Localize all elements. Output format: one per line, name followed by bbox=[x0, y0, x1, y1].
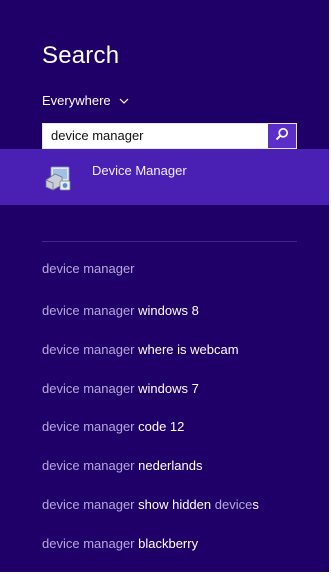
suggestion-completion: code 12 bbox=[138, 419, 185, 434]
search-input[interactable] bbox=[43, 124, 267, 148]
suggestion-prefix: device manager bbox=[42, 303, 139, 318]
suggestion-prefix: device manager bbox=[42, 458, 139, 473]
top-result-label: Device Manager bbox=[92, 163, 187, 178]
search-icon bbox=[275, 127, 289, 146]
suggestion-completion: show hidden bbox=[138, 497, 212, 512]
suggestion-completion: blackberry bbox=[138, 536, 199, 551]
suggestion-prefix: device manager bbox=[42, 536, 139, 551]
suggestion-prefix: device manager bbox=[42, 381, 139, 396]
search-button[interactable] bbox=[268, 124, 296, 148]
suggestion-completion: nederlands bbox=[138, 458, 203, 473]
suggestion-prefix: device bbox=[211, 497, 253, 512]
chevron-down-icon bbox=[119, 93, 129, 109]
suggestion-item[interactable]: device manager where is webcam bbox=[42, 342, 239, 358]
suggestion-item[interactable]: device manager blackberry bbox=[42, 536, 198, 552]
suggestion-item[interactable]: device manager code 12 bbox=[42, 419, 184, 435]
suggestion-completion: where is webcam bbox=[138, 342, 239, 357]
search-scope-dropdown[interactable]: Everywhere bbox=[42, 93, 129, 109]
search-charm-pane: Search Everywhere device manager Device … bbox=[0, 0, 329, 572]
divider bbox=[42, 241, 297, 242]
device-manager-icon bbox=[42, 163, 72, 193]
suggestion-item[interactable]: device manager windows 7 bbox=[42, 381, 199, 397]
suggestion-completion: windows 7 bbox=[138, 381, 199, 396]
top-result-device-manager[interactable]: Device Manager bbox=[0, 149, 329, 205]
suggestion-prefix: device manager bbox=[42, 497, 139, 512]
suggestion-item[interactable]: device manager show hidden devices bbox=[42, 497, 259, 513]
suggestion-item[interactable]: device manager windows 8 bbox=[42, 303, 199, 319]
suggestion-completion: windows 8 bbox=[138, 303, 199, 318]
search-scope-label: Everywhere bbox=[42, 93, 111, 108]
suggestion-completion: s bbox=[252, 497, 259, 512]
search-box bbox=[42, 123, 297, 149]
pane-title: Search bbox=[42, 42, 120, 69]
suggestion-prefix: device manager bbox=[42, 342, 139, 357]
suggestion-item[interactable]: device manager bbox=[42, 261, 135, 277]
suggestion-prefix: device manager bbox=[42, 419, 139, 434]
suggestion-item[interactable]: device manager nederlands bbox=[42, 458, 202, 474]
suggestion-prefix: device manager bbox=[42, 261, 135, 276]
